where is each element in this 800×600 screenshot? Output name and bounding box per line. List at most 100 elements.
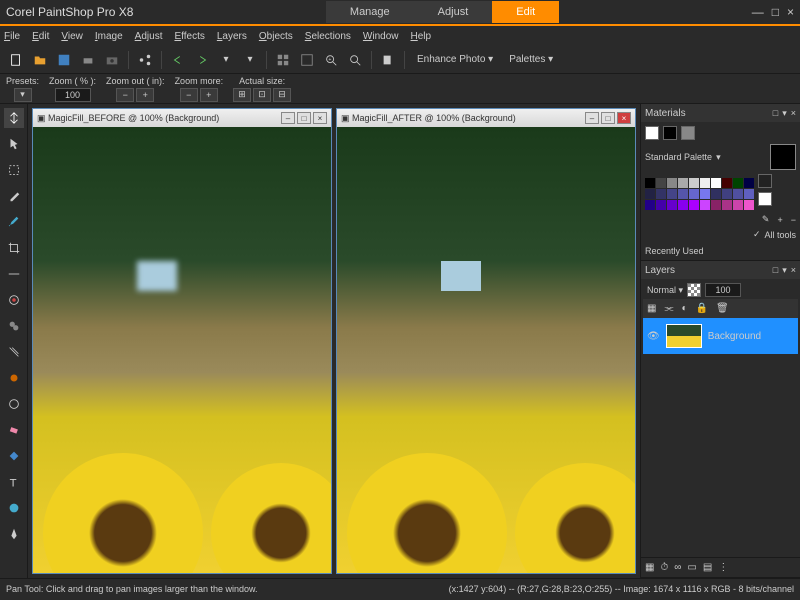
menu-layers[interactable]: Layers (217, 31, 247, 42)
scratch-tool-icon[interactable] (4, 342, 24, 362)
palette-swatch[interactable] (744, 189, 754, 199)
panel-close-icon[interactable]: × (791, 265, 796, 276)
zoomout-icon[interactable] (345, 50, 365, 70)
palette-swatch[interactable] (678, 200, 688, 210)
doc-min-icon[interactable]: – (281, 112, 295, 124)
close-icon[interactable]: × (787, 5, 794, 19)
palette-swatch[interactable] (711, 200, 721, 210)
menu-objects[interactable]: Objects (259, 31, 293, 42)
palette-swatch[interactable] (700, 200, 710, 210)
palette-swatch[interactable] (689, 200, 699, 210)
add-icon[interactable]: + (777, 215, 782, 225)
bg-swatch-icon[interactable] (681, 126, 695, 140)
palette-swatch[interactable] (711, 189, 721, 199)
undo-drop-icon[interactable]: ▾ (216, 50, 236, 70)
blend-mode-dropdown[interactable]: Normal ▾ (647, 285, 683, 296)
menu-help[interactable]: Help (411, 31, 432, 42)
palette-swatch[interactable] (700, 189, 710, 199)
nav-icon[interactable]: ▦ (645, 562, 654, 573)
palette-swatch[interactable] (667, 200, 677, 210)
new-icon[interactable] (6, 50, 26, 70)
shape-tool-icon[interactable] (4, 498, 24, 518)
palette-swatch[interactable] (645, 189, 655, 199)
doc-max-icon[interactable]: □ (601, 112, 615, 124)
layer-background[interactable]: 👁 Background (643, 318, 798, 354)
layer-vis-icon[interactable]: 👁 (647, 331, 660, 342)
redo-drop-icon[interactable]: ▾ (240, 50, 260, 70)
menu-window[interactable]: Window (363, 31, 399, 42)
palette-swatch[interactable] (700, 178, 710, 188)
doc-close-icon[interactable]: × (617, 112, 631, 124)
clone-tool-icon[interactable] (4, 316, 24, 336)
straighten-tool-icon[interactable] (4, 264, 24, 284)
prop-swatch-1[interactable] (758, 174, 772, 188)
fill-tool-icon[interactable] (4, 446, 24, 466)
info-icon[interactable]: ∞ (674, 562, 681, 573)
erase-tool-icon[interactable] (4, 420, 24, 440)
palette-swatch[interactable] (656, 178, 666, 188)
remove-icon[interactable]: − (791, 215, 796, 225)
palette-swatch[interactable] (656, 200, 666, 210)
save-icon[interactable] (54, 50, 74, 70)
palette-swatch[interactable] (711, 178, 721, 188)
palette-swatch[interactable] (689, 189, 699, 199)
camera-icon[interactable] (102, 50, 122, 70)
zoommore-in-button[interactable]: + (200, 88, 218, 102)
palette-swatch[interactable] (667, 178, 677, 188)
palette-swatch[interactable] (733, 189, 743, 199)
pen-tool-icon[interactable] (4, 524, 24, 544)
menu-image[interactable]: Image (95, 31, 123, 42)
layer-link-icon[interactable]: ⫘ (664, 303, 673, 314)
zoomin-icon[interactable]: + (321, 50, 341, 70)
foreground-swatch[interactable] (770, 144, 796, 170)
doc-close-icon[interactable]: × (313, 112, 327, 124)
pointer-tool-icon[interactable] (4, 134, 24, 154)
palette-swatch[interactable] (645, 178, 655, 188)
fit2-button[interactable]: ⊟ (273, 88, 291, 102)
zoomout-button[interactable]: − (116, 88, 134, 102)
palette-swatch[interactable] (733, 178, 743, 188)
swap-swatch-icon[interactable] (663, 126, 677, 140)
pan-tool-icon[interactable] (4, 108, 24, 128)
palette-swatch[interactable] (722, 178, 732, 188)
panel-min-icon[interactable]: ▾ (782, 265, 787, 276)
opacity-input[interactable] (705, 283, 741, 297)
palette-swatch[interactable] (744, 178, 754, 188)
enhance-dropdown[interactable]: Enhance Photo ▾ (411, 54, 499, 65)
tab-manage[interactable]: Manage (326, 1, 414, 23)
palette-drop-icon[interactable]: ▾ (716, 152, 721, 163)
actual-button[interactable]: ⊞ (233, 88, 251, 102)
hist-icon[interactable]: ⏱ (660, 562, 668, 573)
text-tool-icon[interactable]: T (4, 472, 24, 492)
palettes-dropdown[interactable]: Palettes ▾ (503, 54, 559, 65)
panel-min-icon[interactable]: ▾ (782, 108, 787, 119)
copy-icon[interactable] (378, 50, 398, 70)
print-icon[interactable] (78, 50, 98, 70)
palette-swatch[interactable] (722, 200, 732, 210)
presets-button[interactable]: ▾ (14, 88, 32, 102)
document-before[interactable]: ▣ MagicFill_BEFORE @ 100% (Background) –… (32, 108, 332, 574)
doc-min-icon[interactable]: – (585, 112, 599, 124)
more-icon[interactable]: ⋮ (718, 562, 728, 573)
layer-lock-icon[interactable]: 🔒 (696, 303, 708, 314)
brush-tool-icon[interactable] (4, 212, 24, 232)
tab-edit[interactable]: Edit (492, 1, 559, 23)
pen-icon[interactable]: ✎ (762, 214, 770, 225)
zoom-input[interactable] (55, 88, 91, 102)
palette-swatch[interactable] (733, 200, 743, 210)
panel-undock-icon[interactable]: □ (773, 265, 778, 276)
panel-close-icon[interactable]: × (791, 108, 796, 119)
share-icon[interactable] (135, 50, 155, 70)
dropper-tool-icon[interactable] (4, 186, 24, 206)
palette-swatch[interactable] (667, 189, 677, 199)
select-tool-icon[interactable] (4, 160, 24, 180)
undo-icon[interactable] (168, 50, 188, 70)
doc-max-icon[interactable]: □ (297, 112, 311, 124)
menu-view[interactable]: View (61, 31, 83, 42)
layer-del-icon[interactable]: 🗑 (716, 303, 729, 314)
menu-file[interactable]: File (4, 31, 20, 42)
palette-swatch[interactable] (645, 200, 655, 210)
grid-icon[interactable] (273, 50, 293, 70)
menu-adjust[interactable]: Adjust (135, 31, 163, 42)
menu-edit[interactable]: Edit (32, 31, 49, 42)
